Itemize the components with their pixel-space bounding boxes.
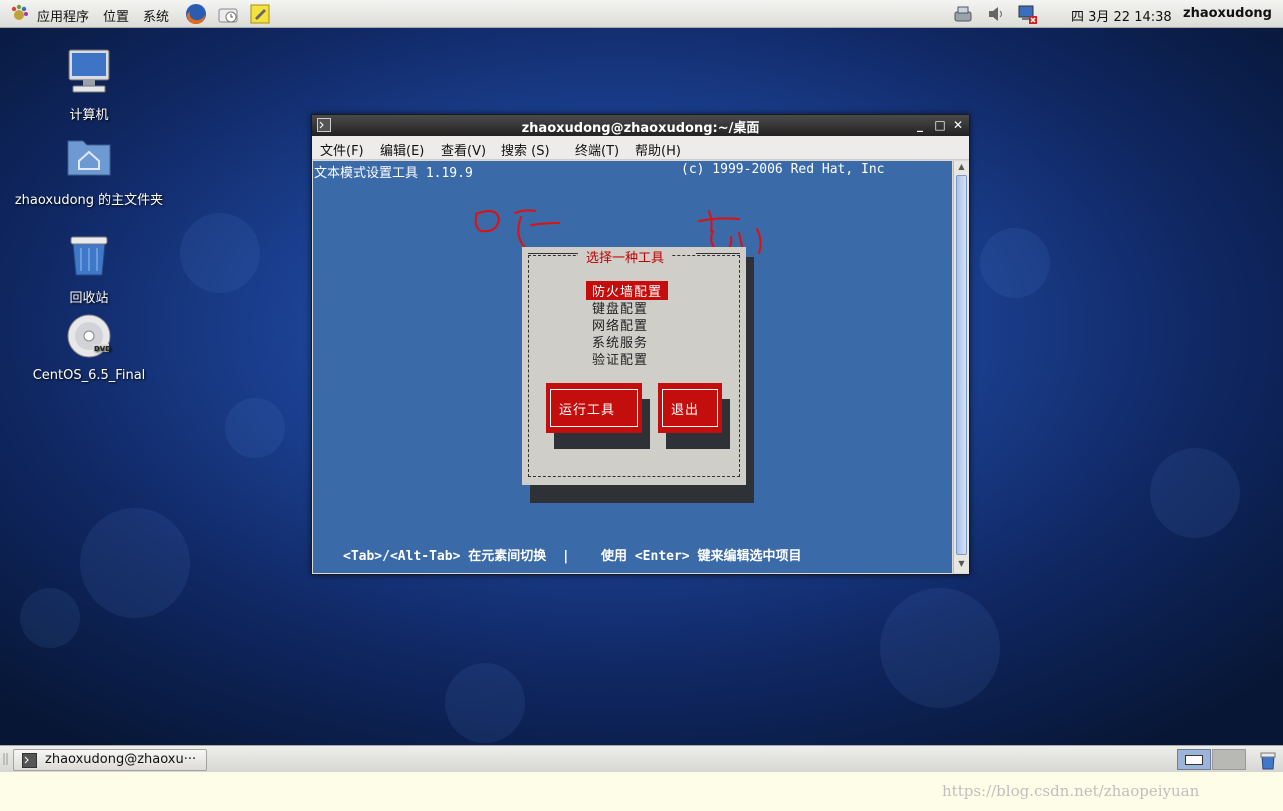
svg-text:DVD: DVD [94, 345, 111, 353]
terminal-window[interactable]: zhaoxudong@zhaoxudong:~/桌面 _ □ ✕ 文件(F) 编… [311, 114, 970, 575]
taskbar-task-label: zhaoxudong@zhaoxu··· [45, 752, 197, 767]
firefox-icon[interactable] [185, 3, 207, 25]
scroll-down-icon[interactable]: ▼ [955, 559, 968, 571]
menu-file[interactable]: 文件(F) [320, 140, 364, 159]
desktop-computer[interactable]: 计算机 [14, 48, 164, 123]
network-icon[interactable] [952, 3, 974, 25]
watermark: https://blog.csdn.net/zhaopeiyuan [942, 782, 1200, 800]
window-titlebar[interactable]: zhaoxudong@zhaoxudong:~/桌面 _ □ ✕ [312, 115, 969, 136]
scroll-up-icon[interactable]: ▲ [955, 162, 968, 174]
clock[interactable]: 四 3月 22 14:38 [1071, 6, 1172, 25]
workspace-2[interactable] [1212, 749, 1246, 770]
run-tool-button[interactable]: 运行工具 [546, 383, 642, 433]
gnome-foot-icon[interactable] [9, 4, 29, 24]
taskbar-terminal-button[interactable]: zhaoxudong@zhaoxu··· [13, 749, 207, 771]
menu-help[interactable]: 帮助(H) [635, 140, 681, 159]
menu-search[interactable]: 搜索 (S) [501, 140, 550, 159]
quit-label: 退出 [662, 389, 718, 427]
desktop-icon-label: 回收站 [69, 291, 109, 306]
desktop-icon-label: zhaoxudong 的主文件夹 [14, 193, 164, 208]
desktop-home-folder[interactable]: zhaoxudong 的主文件夹 [14, 133, 164, 208]
desktop-dvd[interactable]: DVD CentOS_6.5_Final [14, 312, 164, 383]
desktop-trash[interactable]: 回收站 [14, 231, 164, 306]
menu-places[interactable]: 位置 [103, 6, 129, 25]
menu-edit[interactable]: 编辑(E) [380, 140, 424, 159]
window-title: zhaoxudong@zhaoxudong:~/桌面 [521, 121, 760, 136]
scroll-thumb[interactable] [956, 175, 967, 555]
workspace-1[interactable] [1177, 749, 1211, 770]
terminal-app-icon [22, 753, 37, 768]
dvd-icon: DVD [67, 314, 111, 358]
computer-icon [68, 49, 110, 93]
dialog-title-rule-right [696, 253, 740, 254]
tool-header-copyright: (c) 1999-2006 Red Hat, Inc [681, 162, 885, 177]
terminal-content[interactable]: 文本模式设置工具 1.19.9 (c) 1999-2006 Red Hat, I… [313, 161, 952, 573]
menu-bar: 文件(F) 编辑(E) 查看(V) 搜索 (S) 终端(T) 帮助(H) [312, 136, 969, 160]
tool-header-title: 文本模式设置工具 1.19.9 [314, 166, 473, 181]
minimize-button[interactable]: _ [912, 117, 928, 133]
notes-icon[interactable] [249, 3, 271, 25]
maximize-button[interactable]: □ [932, 117, 948, 133]
home-folder-icon [67, 140, 111, 176]
desktop-icon-label: CentOS_6.5_Final [32, 368, 146, 383]
top-panel: 应用程序 位置 系统 四 3月 22 14:38 zhaoxudong [0, 0, 1283, 28]
option-authentication[interactable]: 验证配置 [592, 349, 648, 368]
menu-terminal[interactable]: 终端(T) [575, 140, 619, 159]
user-name[interactable]: zhaoxudong [1183, 6, 1272, 21]
dialog-title: 选择一种工具 [578, 247, 673, 266]
mail-client-icon[interactable] [217, 3, 239, 25]
scrollbar[interactable]: ▲ ▼ [953, 161, 969, 573]
tool-select-dialog: 选择一种工具 防火墙配置 键盘配置 网络配置 系统服务 验证配置 运行工具 退出 [522, 247, 746, 485]
close-button[interactable]: ✕ [950, 117, 966, 133]
menu-applications[interactable]: 应用程序 [37, 6, 89, 25]
dialog-title-rule-left [528, 253, 578, 254]
desktop-icon-label: 计算机 [69, 108, 109, 123]
run-tool-label: 运行工具 [550, 389, 638, 427]
menu-system[interactable]: 系统 [143, 6, 169, 25]
trash-applet-icon[interactable] [1258, 750, 1278, 770]
menu-view[interactable]: 查看(V) [441, 140, 486, 159]
display-warning-icon[interactable] [1016, 3, 1038, 25]
trash-icon [70, 236, 108, 276]
help-line: <Tab>/<Alt-Tab> 在元素间切换 | 使用 <Enter> 键来编辑… [343, 549, 802, 564]
quit-button[interactable]: 退出 [658, 383, 722, 433]
panel-handle-icon [3, 753, 8, 765]
bottom-panel: zhaoxudong@zhaoxu··· [0, 745, 1283, 772]
volume-icon[interactable] [985, 3, 1007, 25]
